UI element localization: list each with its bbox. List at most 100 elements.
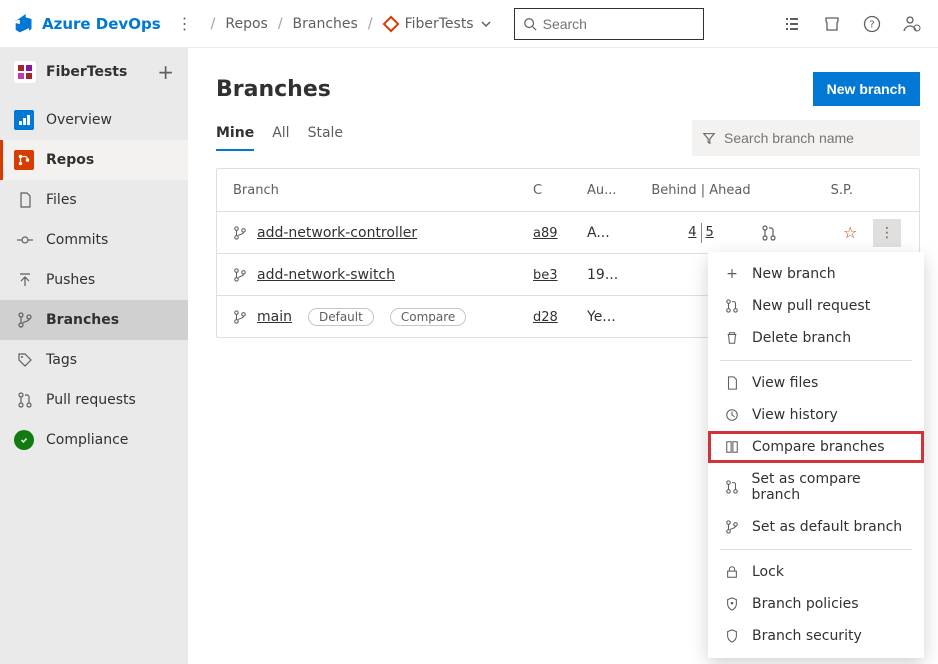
menu-delete-branch[interactable]: Delete branch — [708, 322, 924, 354]
breadcrumb-project-picker[interactable]: FiberTests — [383, 16, 492, 32]
col-commit: C — [533, 183, 587, 198]
sidebar-item-label: Branches — [46, 312, 119, 328]
menu-view-history[interactable]: View history — [708, 399, 924, 431]
branch-icon — [233, 226, 247, 240]
azure-devops-logo[interactable]: Azure DevOps — [14, 14, 161, 34]
sidebar-item-label: Pushes — [46, 272, 95, 288]
branch-link[interactable]: main — [257, 309, 292, 325]
menu-compare-branches[interactable]: Compare branches — [708, 431, 924, 463]
tab-all[interactable]: All — [272, 125, 289, 151]
tags-icon — [16, 351, 34, 369]
sidebar-item-tags[interactable]: Tags — [0, 340, 188, 380]
sidebar-item-label: Files — [46, 192, 77, 208]
branch-context-menu: + New branch New pull request Delete bra… — [708, 252, 924, 658]
sidebar-project-header[interactable]: FiberTests + — [0, 48, 188, 96]
commit-link[interactable]: a89 — [533, 226, 558, 241]
menu-separator — [720, 549, 912, 550]
branch-link[interactable]: add-network-switch — [257, 267, 395, 283]
compliance-icon — [14, 430, 34, 450]
policy-icon — [724, 596, 740, 612]
sidebar-item-label: Compliance — [46, 432, 128, 448]
global-search[interactable] — [514, 8, 704, 40]
behind-count: 4 — [684, 225, 700, 240]
compare-badge: Compare — [390, 308, 466, 326]
menu-new-pull-request[interactable]: New pull request — [708, 290, 924, 322]
more-options-button[interactable]: ⋮ — [873, 219, 901, 247]
menu-set-compare[interactable]: Set as compare branch — [708, 463, 924, 511]
behind-ahead-cell[interactable]: 45 — [641, 223, 761, 243]
vertical-ellipsis-icon[interactable]: ⋮ — [173, 14, 197, 33]
menu-separator — [720, 360, 912, 361]
menu-item-label: View files — [752, 375, 818, 391]
branch-icon — [233, 268, 247, 282]
sidebar-item-compliance[interactable]: Compliance — [0, 420, 188, 460]
tab-mine[interactable]: Mine — [216, 125, 254, 151]
sidebar-item-label: Pull requests — [46, 392, 136, 408]
branch-icon — [724, 519, 740, 535]
commit-link[interactable]: d28 — [533, 310, 558, 325]
sidebar-item-pull-requests[interactable]: Pull requests — [0, 380, 188, 420]
chevron-down-icon — [480, 18, 492, 30]
sidebar-item-files[interactable]: Files — [0, 180, 188, 220]
project-avatar-icon — [14, 61, 36, 83]
lock-icon — [724, 564, 740, 580]
commit-link[interactable]: be3 — [533, 268, 558, 283]
col-behind-ahead: Behind | Ahead — [641, 183, 761, 198]
pull-request-icon — [724, 479, 739, 495]
new-branch-button[interactable]: New branch — [813, 72, 920, 106]
top-bar: Azure DevOps ⋮ / Repos / Branches / Fibe… — [0, 0, 938, 48]
branch-link[interactable]: add-network-controller — [257, 225, 417, 241]
help-icon[interactable]: ? — [862, 14, 882, 34]
commits-icon — [16, 231, 34, 249]
sidebar-item-pushes[interactable]: Pushes — [0, 260, 188, 300]
menu-item-label: Branch security — [752, 628, 862, 644]
table-row: add-network-controller a89 A... 45 ☆ ⋮ — [217, 211, 919, 253]
breadcrumb-separator: / — [368, 16, 373, 32]
favorite-star-icon[interactable]: ☆ — [843, 223, 873, 242]
breadcrumb: / Repos / Branches / FiberTests — [211, 16, 492, 32]
menu-view-files[interactable]: View files — [708, 367, 924, 399]
col-status: S. — [761, 183, 843, 198]
sidebar-project-name: FiberTests — [46, 64, 147, 80]
menu-lock[interactable]: Lock — [708, 556, 924, 588]
compare-icon — [724, 439, 740, 455]
sidebar-item-commits[interactable]: Commits — [0, 220, 188, 260]
sidebar-item-overview[interactable]: Overview — [0, 100, 188, 140]
user-settings-icon[interactable] — [902, 14, 922, 34]
author-cell: 19... — [587, 267, 641, 283]
top-right-icons: ? — [782, 14, 928, 34]
menu-item-label: Set as default branch — [752, 519, 902, 535]
search-icon — [523, 17, 537, 31]
settings-list-icon[interactable] — [782, 14, 802, 34]
menu-branch-security[interactable]: Branch security — [708, 620, 924, 652]
default-badge: Default — [308, 308, 374, 326]
project-icon — [379, 12, 402, 35]
breadcrumb-project-name: FiberTests — [405, 16, 474, 32]
menu-item-label: View history — [752, 407, 838, 423]
svg-text:?: ? — [869, 19, 874, 30]
sidebar-item-label: Tags — [46, 352, 77, 368]
branches-icon — [16, 311, 34, 329]
menu-item-label: Delete branch — [752, 330, 851, 346]
pull-request-icon — [724, 298, 740, 314]
ahead-count: 5 — [702, 225, 718, 240]
add-project-button[interactable]: + — [157, 60, 174, 84]
menu-branch-policies[interactable]: Branch policies — [708, 588, 924, 620]
pushes-icon — [16, 271, 34, 289]
menu-set-default[interactable]: Set as default branch — [708, 511, 924, 543]
menu-new-branch[interactable]: + New branch — [708, 258, 924, 290]
page-title: Branches — [216, 77, 331, 102]
menu-item-label: New pull request — [752, 298, 870, 314]
col-branch: Branch — [233, 183, 533, 198]
breadcrumb-repos[interactable]: Repos — [225, 16, 267, 32]
global-search-input[interactable] — [543, 16, 695, 32]
branch-search[interactable] — [692, 120, 920, 156]
breadcrumb-branches[interactable]: Branches — [293, 16, 358, 32]
sidebar-item-repos[interactable]: Repos — [0, 140, 188, 180]
sidebar-item-branches[interactable]: Branches — [0, 300, 188, 340]
tab-stale[interactable]: Stale — [308, 125, 343, 151]
repos-icon — [14, 150, 34, 170]
pull-request-icon[interactable] — [761, 225, 777, 241]
marketplace-icon[interactable] — [822, 14, 842, 34]
branch-search-input[interactable] — [724, 130, 910, 146]
